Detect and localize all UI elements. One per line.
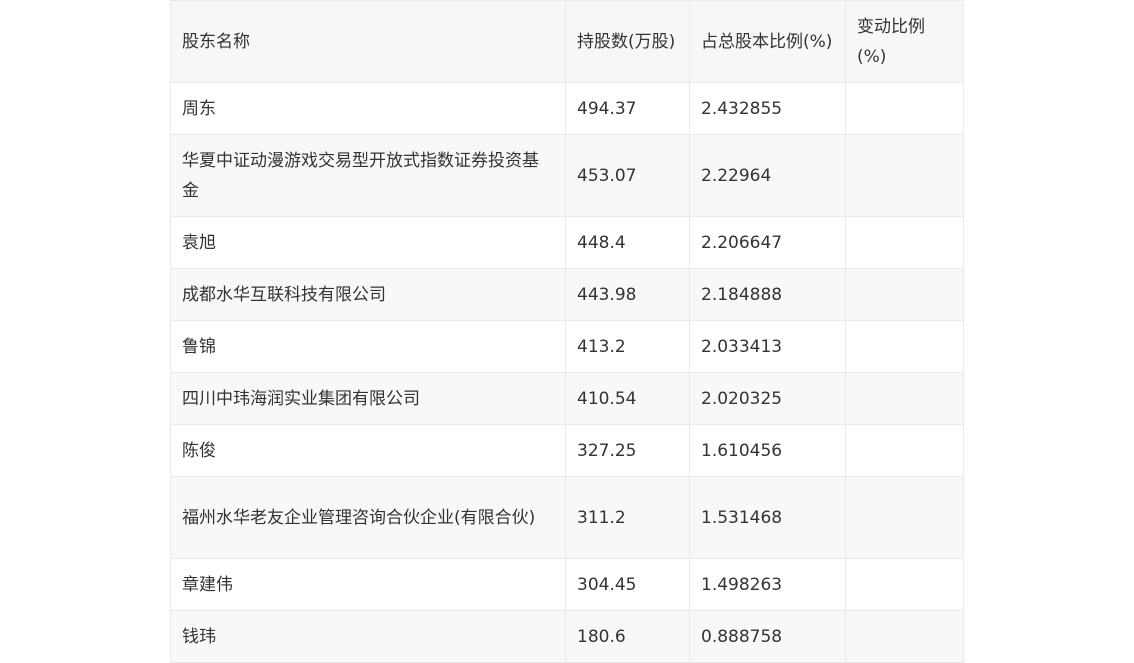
cell-share-ratio: 1.610456 — [689, 424, 846, 477]
header-change-ratio: 变动比例(%) — [845, 0, 964, 83]
cell-change-ratio — [845, 134, 964, 217]
cell-change-ratio — [845, 268, 964, 321]
cell-shareholder-name: 钱玮 — [170, 610, 566, 663]
table-row: 周东 494.37 2.432855 — [170, 82, 964, 135]
cell-change-ratio — [845, 558, 964, 611]
cell-share-ratio: 2.020325 — [689, 372, 846, 425]
cell-shareholder-name: 周东 — [170, 82, 566, 135]
cell-shares-held: 413.2 — [565, 320, 690, 373]
table-header-row: 股东名称 持股数(万股) 占总股本比例(%) 变动比例(%) — [170, 0, 964, 83]
cell-shares-held: 304.45 — [565, 558, 690, 611]
table-row: 袁旭 448.4 2.206647 — [170, 216, 964, 269]
cell-share-ratio: 2.206647 — [689, 216, 846, 269]
header-shareholder-name: 股东名称 — [170, 0, 566, 83]
cell-share-ratio: 0.888758 — [689, 610, 846, 663]
table-row: 福州水华老友企业管理咨询合伙企业(有限合伙) 311.2 1.531468 — [170, 476, 964, 559]
cell-change-ratio — [845, 216, 964, 269]
cell-share-ratio: 1.531468 — [689, 476, 846, 559]
cell-shares-held: 448.4 — [565, 216, 690, 269]
table-row: 成都水华互联科技有限公司 443.98 2.184888 — [170, 268, 964, 321]
cell-shares-held: 180.6 — [565, 610, 690, 663]
shareholder-table: 股东名称 持股数(万股) 占总股本比例(%) 变动比例(%) 周东 494.37… — [170, 0, 964, 663]
table-row: 华夏中证动漫游戏交易型开放式指数证券投资基金 453.07 2.22964 — [170, 134, 964, 217]
cell-shares-held: 453.07 — [565, 134, 690, 217]
cell-shares-held: 311.2 — [565, 476, 690, 559]
cell-change-ratio — [845, 424, 964, 477]
cell-shares-held: 327.25 — [565, 424, 690, 477]
cell-change-ratio — [845, 372, 964, 425]
cell-shareholder-name: 鲁锦 — [170, 320, 566, 373]
table-row: 钱玮 180.6 0.888758 — [170, 610, 964, 663]
cell-change-ratio — [845, 82, 964, 135]
header-share-ratio: 占总股本比例(%) — [689, 0, 846, 83]
table-row: 四川中玮海润实业集团有限公司 410.54 2.020325 — [170, 372, 964, 425]
table-row: 陈俊 327.25 1.610456 — [170, 424, 964, 477]
cell-shares-held: 443.98 — [565, 268, 690, 321]
cell-share-ratio: 2.033413 — [689, 320, 846, 373]
cell-change-ratio — [845, 610, 964, 663]
cell-change-ratio — [845, 320, 964, 373]
cell-shares-held: 494.37 — [565, 82, 690, 135]
cell-share-ratio: 2.22964 — [689, 134, 846, 217]
cell-share-ratio: 2.184888 — [689, 268, 846, 321]
cell-shareholder-name: 成都水华互联科技有限公司 — [170, 268, 566, 321]
cell-shareholder-name: 四川中玮海润实业集团有限公司 — [170, 372, 566, 425]
cell-shareholder-name: 陈俊 — [170, 424, 566, 477]
table-row: 章建伟 304.45 1.498263 — [170, 558, 964, 611]
cell-change-ratio — [845, 476, 964, 559]
table-row: 鲁锦 413.2 2.033413 — [170, 320, 964, 373]
cell-shareholder-name: 华夏中证动漫游戏交易型开放式指数证券投资基金 — [170, 134, 566, 217]
cell-shareholder-name: 章建伟 — [170, 558, 566, 611]
cell-share-ratio: 1.498263 — [689, 558, 846, 611]
cell-shares-held: 410.54 — [565, 372, 690, 425]
cell-shareholder-name: 福州水华老友企业管理咨询合伙企业(有限合伙) — [170, 476, 566, 559]
shareholder-table-container: 股东名称 持股数(万股) 占总股本比例(%) 变动比例(%) 周东 494.37… — [170, 0, 964, 663]
cell-shareholder-name: 袁旭 — [170, 216, 566, 269]
cell-share-ratio: 2.432855 — [689, 82, 846, 135]
header-shares-held: 持股数(万股) — [565, 0, 690, 83]
